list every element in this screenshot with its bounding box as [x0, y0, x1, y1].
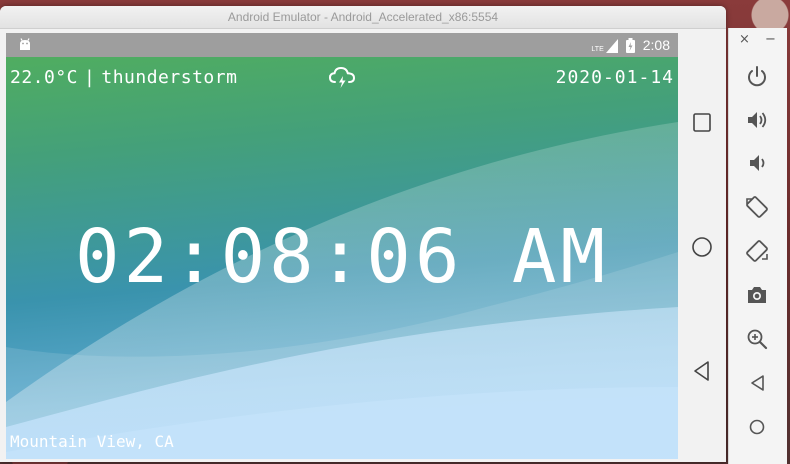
battery-icon: [625, 37, 635, 53]
android-icon: [20, 38, 30, 50]
rotate-left-icon[interactable]: [744, 194, 770, 220]
cloud-lightning-icon: [328, 66, 356, 88]
emulator-window: Android Emulator - Android_Accelerated_x…: [0, 6, 726, 462]
temperature: 22.0°C: [10, 67, 79, 88]
device-area: LTE 2:08 22.0°C | thunderstorm 2020-01-1…: [0, 29, 726, 462]
zoom-icon[interactable]: [744, 326, 770, 352]
home-icon[interactable]: [690, 235, 714, 259]
status-right: LTE 2:08: [591, 33, 670, 57]
window-title: Android Emulator - Android_Accelerated_x…: [0, 6, 726, 29]
device-screen[interactable]: LTE 2:08 22.0°C | thunderstorm 2020-01-1…: [6, 33, 678, 459]
status-bar: LTE 2:08: [6, 33, 678, 57]
volume-up-icon[interactable]: [744, 107, 770, 133]
rotate-right-icon[interactable]: [744, 238, 770, 264]
power-icon[interactable]: [744, 64, 770, 90]
signal-icon: [605, 39, 618, 53]
overview-icon[interactable]: [690, 111, 714, 135]
camera-icon[interactable]: [744, 282, 770, 308]
volume-down-icon[interactable]: [744, 150, 770, 176]
back-icon[interactable]: [744, 370, 770, 396]
clock-time: 02:08:06 AM: [74, 214, 610, 300]
back-icon[interactable]: [690, 359, 714, 383]
emulator-tool-panel: × −: [728, 28, 787, 464]
panel-minimize-button[interactable]: −: [765, 32, 776, 47]
lte-signal-icon: LTE: [591, 37, 618, 53]
home-icon[interactable]: [744, 414, 770, 440]
panel-close-button[interactable]: ×: [739, 32, 750, 47]
weather-summary: 22.0°C | thunderstorm: [10, 67, 237, 88]
date: 2020-01-14: [555, 67, 674, 88]
clock-app: 22.0°C | thunderstorm 2020-01-14 02:08:06 …: [6, 57, 678, 459]
network-type-label: LTE: [591, 46, 604, 53]
location: Mountain View, CA: [10, 432, 174, 451]
separator: |: [84, 67, 96, 88]
status-time: 2:08: [642, 37, 670, 53]
weather-condition: thunderstorm: [101, 67, 238, 88]
